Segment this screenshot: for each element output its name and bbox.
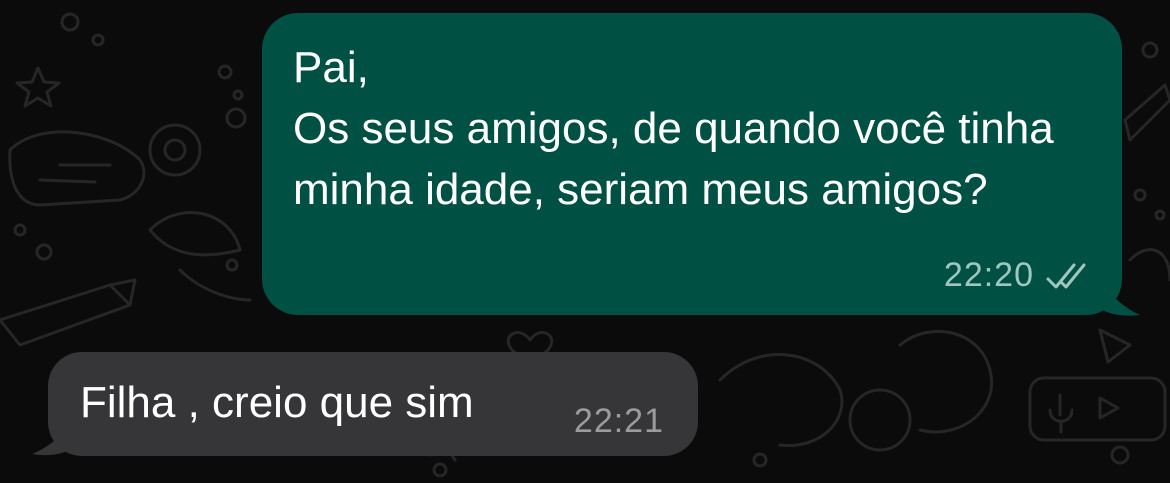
message-text: Pai, Os seus amigos, de quando você tinh… — [293, 43, 1054, 214]
incoming-message-bubble[interactable]: Filha , creio que sim 22:21 — [48, 352, 698, 456]
double-check-icon — [1046, 263, 1086, 288]
message-text: Filha , creio que sim — [80, 378, 474, 427]
incoming-bubble-tail — [32, 408, 76, 456]
outgoing-bubble-tail — [1096, 266, 1140, 316]
message-meta: 22:21 — [574, 402, 664, 441]
message-time: 22:20 — [943, 256, 1034, 294]
outgoing-message-bubble[interactable]: Pai, Os seus amigos, de quando você tinh… — [262, 13, 1122, 315]
message-meta: 22:20 — [944, 256, 1092, 295]
message-time: 22:21 — [573, 402, 664, 440]
chat-screen: { "chat": { "messages": [ { "direction":… — [0, 0, 1170, 483]
